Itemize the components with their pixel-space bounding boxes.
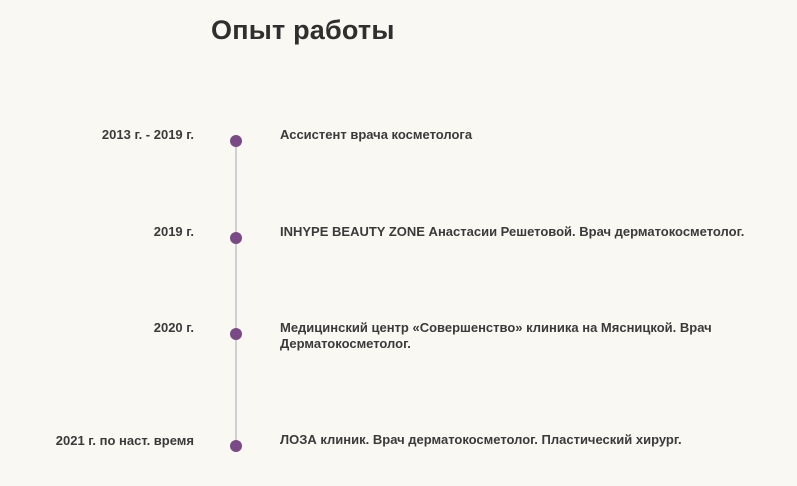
timeline-date: 2019 г.: [153, 224, 194, 239]
timeline-dot: [230, 328, 242, 340]
timeline-dot: [230, 440, 242, 452]
experience-timeline: 2013 г. - 2019 г. Ассистент врача космет…: [0, 0, 797, 486]
timeline-dot: [230, 232, 242, 244]
timeline-date: 2020 г.: [153, 320, 194, 335]
timeline-description: ЛОЗА клиник. Врач дерматокосметолог. Пла…: [280, 432, 682, 447]
timeline-description: Медицинский центр «Совершенство» клиника…: [280, 320, 712, 351]
timeline-date: 2013 г. - 2019 г.: [101, 127, 194, 142]
timeline-date: 2021 г. по наст. время: [55, 433, 194, 448]
timeline-description: Ассистент врача косметолога: [280, 127, 473, 142]
timeline-description: INHYPE BEAUTY ZONE Анастасии Решетовой. …: [280, 224, 745, 239]
timeline-dot: [230, 135, 242, 147]
timeline-line: [235, 141, 237, 446]
